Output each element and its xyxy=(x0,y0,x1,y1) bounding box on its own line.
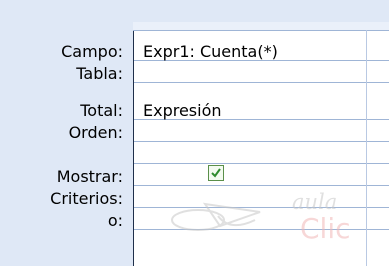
row-label-mostrar: Mostrar: xyxy=(56,167,123,186)
cell-campo[interactable]: Expr1: Cuenta(*) xyxy=(143,42,278,61)
grid-header-strip xyxy=(0,0,389,22)
grid-row-line xyxy=(134,82,389,83)
grid-row-line xyxy=(134,141,389,142)
mostrar-checkbox[interactable] xyxy=(208,165,224,181)
row-label-o: o: xyxy=(107,211,123,230)
graduation-cap-icon xyxy=(171,202,261,231)
watermark-aula-text: aula xyxy=(292,190,338,214)
row-label-orden: Orden: xyxy=(68,123,123,142)
row-label-total: Total: xyxy=(80,101,123,120)
aulaclic-watermark: aula Clic xyxy=(160,190,380,245)
row-label-criterios: Criterios: xyxy=(50,189,123,208)
row-label-campo: Campo: xyxy=(61,42,123,61)
checkmark-icon xyxy=(211,168,221,178)
column-selector-bar[interactable] xyxy=(133,22,389,31)
row-label-tabla: Tabla: xyxy=(76,64,123,83)
grid-row-line xyxy=(134,185,389,186)
grid-row-line xyxy=(134,163,389,164)
watermark-clic-text: Clic xyxy=(300,212,351,245)
cell-total[interactable]: Expresión xyxy=(143,101,222,120)
